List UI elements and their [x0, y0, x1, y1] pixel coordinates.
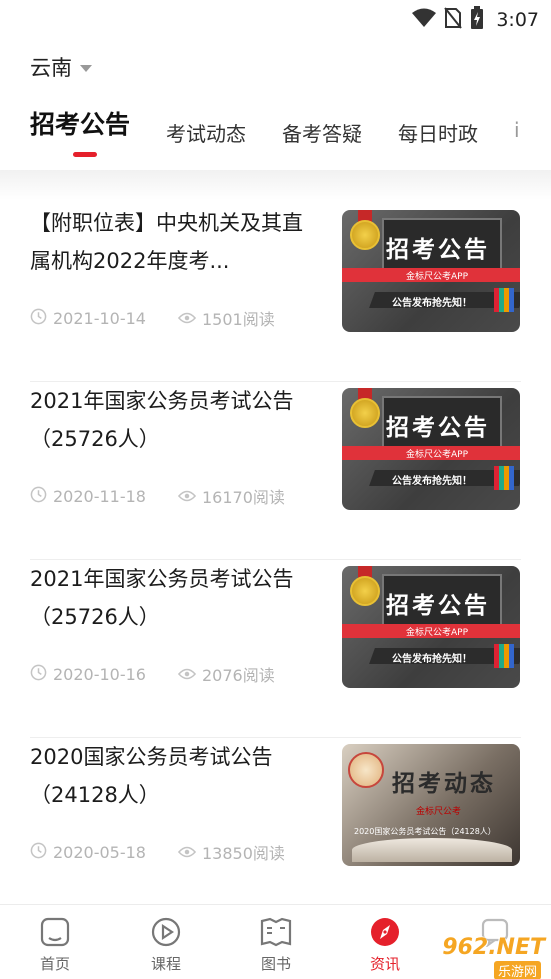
news-meta: 2020-10-16 2076阅读: [30, 662, 275, 686]
tab-exam-news[interactable]: 考试动态: [166, 118, 246, 147]
eye-icon: [177, 309, 197, 328]
clock-icon: [30, 486, 47, 507]
status-bar: 3:07: [0, 0, 551, 40]
news-date: 2020-10-16: [53, 664, 146, 684]
news-views: 2076阅读: [202, 666, 275, 685]
news-thumbnail: 招考公告 金标尺公考APP 公告发布抢先知！: [342, 566, 520, 688]
thumb-app-label: 金标尺公考APP: [406, 628, 469, 638]
thumb-app-label: 金标尺公考: [416, 807, 462, 817]
news-title: 【附职位表】中央机关及其直属机构2022年度考...: [30, 211, 303, 273]
news-meta: 2021-10-14 1501阅读: [30, 306, 275, 330]
books-icon: [494, 288, 514, 312]
watermark-text: 962.NET: [442, 935, 545, 960]
tab-more[interactable]: i: [514, 118, 520, 142]
region-label: 云南: [30, 56, 72, 80]
news-date: 2020-11-18: [53, 486, 146, 506]
book-icon: [259, 915, 293, 949]
region-selector[interactable]: 云南: [30, 52, 92, 82]
nav-courses-label: 课程: [150, 955, 181, 973]
compass-icon: [368, 915, 402, 949]
battery-charging-icon: [470, 6, 484, 34]
news-title: 2021年国家公务员考试公告（25726人）: [30, 567, 294, 629]
medal-icon: [350, 576, 380, 606]
news-date: 2020-05-18: [53, 842, 146, 862]
status-icons: 3:07: [412, 6, 539, 34]
tab-daily-politics[interactable]: 每日时政: [398, 118, 478, 147]
thumb-slogan: 公告发布抢先知！: [392, 654, 472, 665]
play-icon: [149, 915, 183, 949]
nav-books-label: 图书: [260, 955, 291, 973]
home-icon: [38, 915, 72, 949]
clock-icon: [30, 664, 47, 685]
books-icon: [494, 466, 514, 490]
nav-books[interactable]: 图书: [236, 905, 316, 979]
news-thumbnail: 招考动态 金标尺公考 2020国家公务员考试公告（24128人）: [342, 744, 520, 866]
no-sim-icon: [444, 7, 463, 33]
clock-icon: [30, 308, 47, 329]
news-views: 13850阅读: [202, 844, 285, 863]
open-book-icon: [352, 838, 512, 862]
news-views: 16170阅读: [202, 488, 285, 507]
thumb-app-label: 金标尺公考APP: [406, 450, 469, 460]
tab-recruitment-notice[interactable]: 招考公告: [30, 105, 130, 141]
books-icon: [494, 644, 514, 668]
news-item[interactable]: 【附职位表】中央机关及其直属机构2022年度考... 2021-10-14 15…: [30, 204, 521, 382]
news-date: 2021-10-14: [53, 308, 146, 328]
nav-news-label: 资讯: [369, 955, 400, 973]
tab-prep-qa[interactable]: 备考答疑: [282, 118, 362, 147]
thumb-app-label: 金标尺公考APP: [406, 272, 469, 282]
wifi-icon: [412, 8, 437, 32]
status-time: 3:07: [496, 9, 539, 31]
thumb-headline: 招考公告: [386, 237, 490, 263]
watermark-subtext: 乐游网: [493, 961, 541, 979]
thumb-slogan: 2020国家公务员考试公告（24128人）: [354, 827, 496, 836]
eye-icon: [177, 665, 197, 684]
news-views: 1501阅读: [202, 310, 275, 329]
news-title: 2021年国家公务员考试公告（25726人）: [30, 389, 294, 451]
clock-icon: [30, 842, 47, 863]
news-thumbnail: 招考公告 金标尺公考APP 公告发布抢先知！: [342, 210, 520, 332]
nav-home-label: 首页: [39, 955, 70, 973]
eye-icon: [177, 843, 197, 862]
active-tab-indicator: [73, 152, 97, 157]
medal-icon: [348, 752, 384, 788]
news-item[interactable]: 2021年国家公务员考试公告（25726人） 2020-10-16 2076阅读…: [30, 560, 521, 738]
eye-icon: [177, 487, 197, 506]
section-divider: [0, 170, 551, 200]
news-title: 2020国家公务员考试公告（24128人）: [30, 745, 273, 807]
news-meta: 2020-11-18 16170阅读: [30, 484, 285, 508]
news-item[interactable]: 2020国家公务员考试公告（24128人） 2020-05-18 13850阅读…: [30, 738, 521, 916]
news-item[interactable]: 2021年国家公务员考试公告（25726人） 2020-11-18 16170阅…: [30, 382, 521, 560]
nav-home[interactable]: 首页: [15, 905, 95, 979]
caret-down-icon: [80, 58, 92, 77]
news-thumbnail: 招考公告 金标尺公考APP 公告发布抢先知！: [342, 388, 520, 510]
watermark: 962.NET 乐游网: [411, 929, 551, 979]
medal-icon: [350, 398, 380, 428]
medal-icon: [350, 220, 380, 250]
thumb-headline: 招考公告: [386, 593, 490, 619]
news-meta: 2020-05-18 13850阅读: [30, 840, 285, 864]
thumb-slogan: 公告发布抢先知！: [392, 476, 472, 487]
thumb-headline: 招考动态: [392, 771, 496, 797]
thumb-headline: 招考公告: [386, 415, 490, 441]
nav-courses[interactable]: 课程: [126, 905, 206, 979]
thumb-slogan: 公告发布抢先知！: [392, 298, 472, 309]
